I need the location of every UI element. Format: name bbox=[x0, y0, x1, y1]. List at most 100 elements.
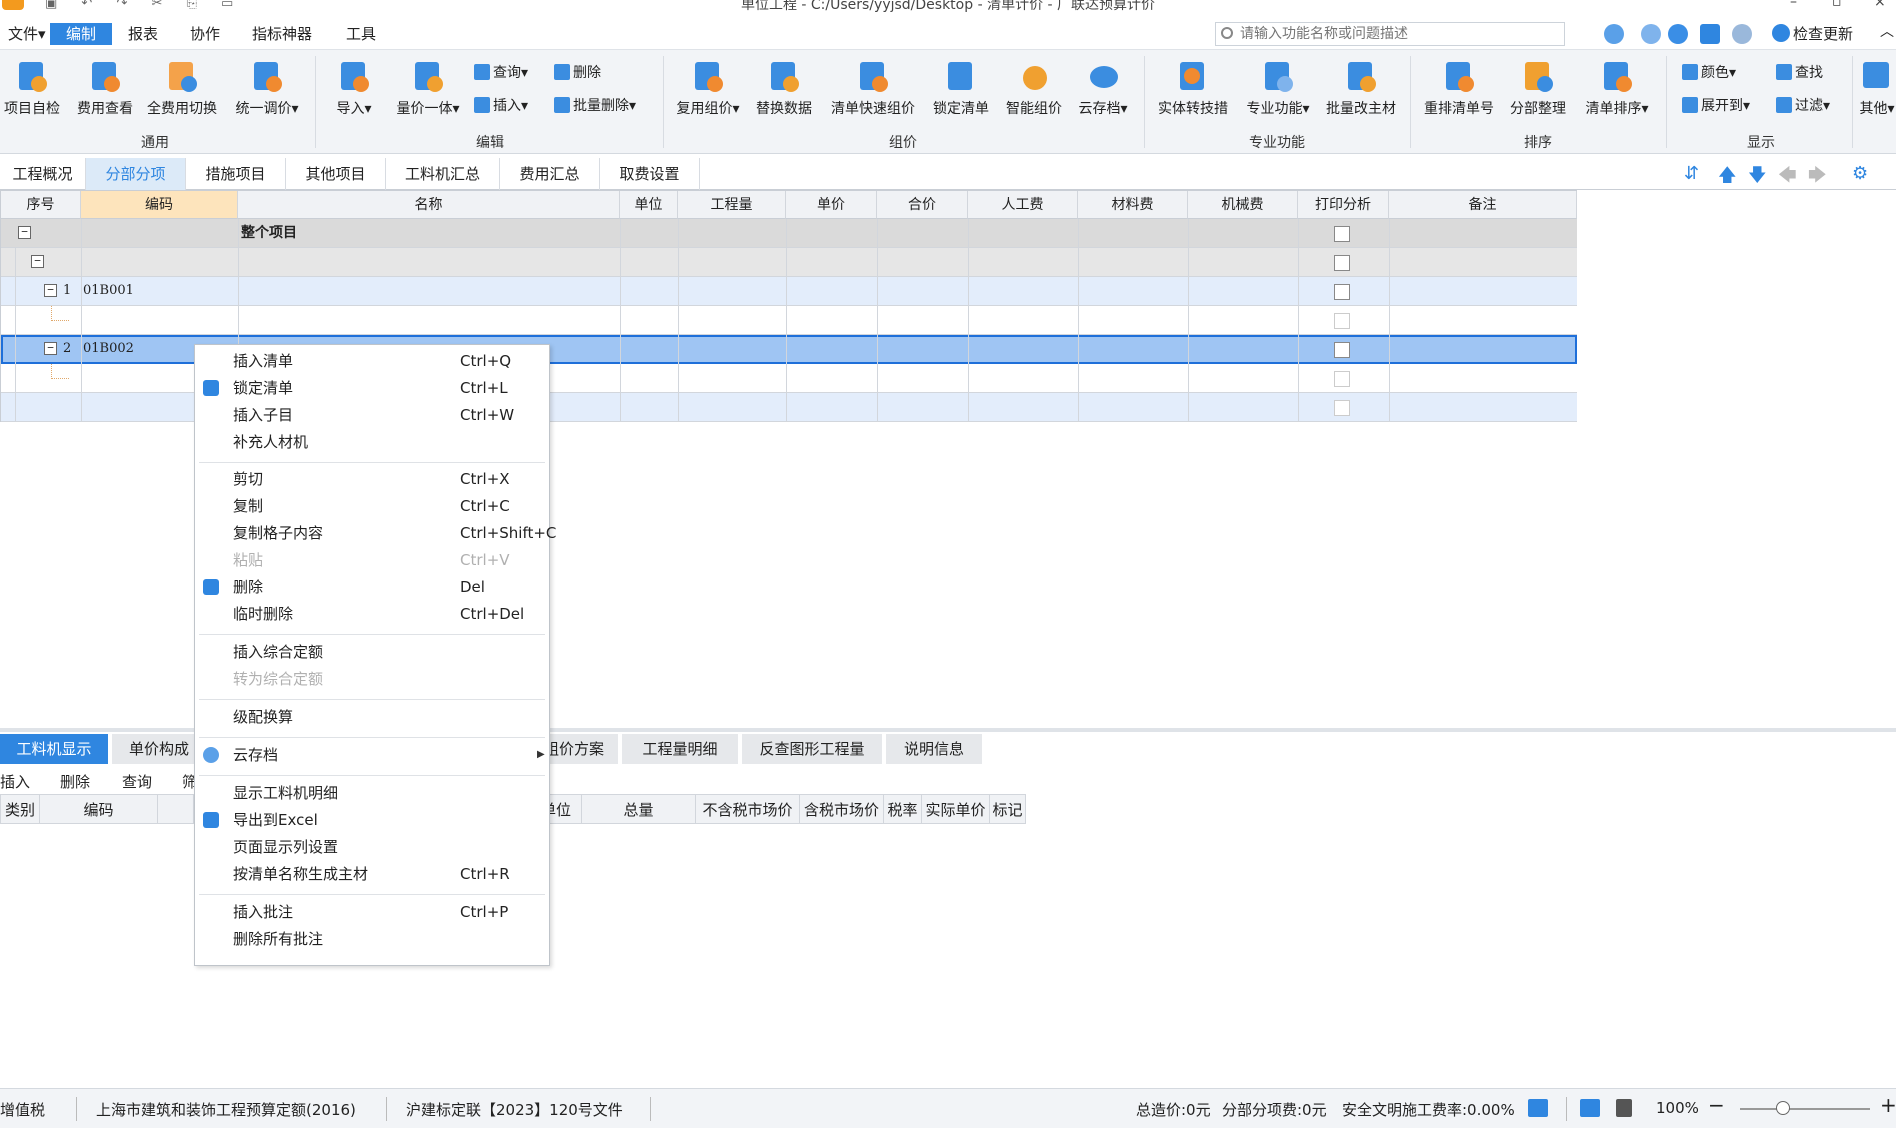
batch-material-button[interactable]: 批量改主材 bbox=[1320, 60, 1402, 118]
ctx-insert-subitem[interactable]: 插入子目 Ctrl+W bbox=[195, 402, 549, 428]
print-analysis-checkbox[interactable] bbox=[1334, 400, 1350, 416]
ctx-temp-delete[interactable]: 临时删除 Ctrl+Del bbox=[195, 601, 549, 627]
collapse-all-icon[interactable]: ⇵ bbox=[1684, 163, 1699, 184]
ctx-show-labor-detail[interactable]: 显示工料机明细 bbox=[195, 780, 549, 806]
color-button[interactable]: 颜色▾ bbox=[1682, 62, 1736, 84]
tab-labor-display[interactable]: 工料机显示 bbox=[0, 734, 110, 764]
ctx-insert-list[interactable]: 插入清单 Ctrl+Q bbox=[195, 348, 549, 374]
col-labor-fee[interactable]: 人工费 bbox=[968, 191, 1078, 219]
quick-pricing-button[interactable]: 清单快速组价 bbox=[824, 60, 922, 118]
print-analysis-checkbox[interactable] bbox=[1334, 226, 1350, 242]
menu-file[interactable]: 文件▾ bbox=[0, 23, 54, 45]
info-icon[interactable] bbox=[1732, 24, 1752, 44]
ctx-cloud-archive[interactable]: 云存档 ▶ bbox=[195, 742, 549, 768]
check-update-button[interactable]: 检查更新 bbox=[1772, 23, 1853, 45]
search-input[interactable] bbox=[1240, 25, 1560, 43]
col-print-analysis[interactable]: 打印分析 bbox=[1298, 191, 1389, 219]
expand-to-button[interactable]: 展开到▾ bbox=[1682, 95, 1750, 117]
ctx-delete-all-comments[interactable]: 删除所有批注 bbox=[195, 926, 549, 952]
move-left-icon[interactable]: 🡄 bbox=[1778, 163, 1797, 193]
minimize-icon[interactable]: – bbox=[1790, 0, 1797, 10]
tab-labor-material-summary[interactable]: 工料机汇总 bbox=[386, 158, 500, 190]
menu-collab[interactable]: 协作 bbox=[182, 23, 228, 45]
find-button[interactable]: 查找 bbox=[1776, 62, 1823, 84]
ctx-grading-conversion[interactable]: 级配换算 bbox=[195, 704, 549, 730]
col-name[interactable]: 名称 bbox=[238, 191, 620, 219]
replace-data-button[interactable]: 替换数据 bbox=[750, 60, 818, 118]
full-cost-switch-button[interactable]: 全费用切换 bbox=[142, 60, 222, 118]
section-organize-button[interactable]: 分部整理 bbox=[1504, 60, 1572, 118]
quantity-price-button[interactable]: 量价一体▾ bbox=[388, 60, 468, 118]
tab-graphic-quantity[interactable]: 反查图形工程量 bbox=[742, 734, 884, 764]
tab-section-items[interactable]: 分部分项 bbox=[86, 158, 186, 190]
tab-other-items[interactable]: 其他项目 bbox=[286, 158, 386, 190]
bottom-query-button[interactable]: 查询 bbox=[122, 771, 152, 792]
apps-icon[interactable] bbox=[1700, 24, 1720, 44]
move-up-icon[interactable]: 🡅 bbox=[1718, 163, 1737, 193]
settings-gear-icon[interactable]: ⚙ bbox=[1852, 163, 1868, 184]
ctx-delete[interactable]: 删除 Del bbox=[195, 574, 549, 600]
move-down-icon[interactable]: 🡇 bbox=[1748, 163, 1767, 193]
bcol-price-incl-tax[interactable]: 含税市场价 bbox=[800, 794, 884, 824]
col-remark[interactable]: 备注 bbox=[1389, 191, 1577, 219]
ctx-lock-list[interactable]: 锁定清单 Ctrl+L bbox=[195, 375, 549, 401]
print-analysis-checkbox[interactable] bbox=[1334, 342, 1350, 358]
zoom-in-icon[interactable]: + bbox=[1880, 1093, 1896, 1117]
headset-icon[interactable] bbox=[1604, 24, 1624, 44]
col-machine-fee[interactable]: 机械费 bbox=[1188, 191, 1298, 219]
restore-icon[interactable]: ▫ bbox=[1832, 0, 1842, 10]
view-split-icon[interactable] bbox=[1616, 1099, 1632, 1117]
menu-report[interactable]: 报表 bbox=[120, 23, 166, 45]
tab-cost-summary[interactable]: 费用汇总 bbox=[500, 158, 600, 190]
entity-convert-button[interactable]: 实体转技措 bbox=[1152, 60, 1234, 118]
row-code[interactable]: 01B001 bbox=[83, 277, 134, 305]
tab-fee-settings[interactable]: 取费设置 bbox=[600, 158, 700, 190]
collapse-toggle-icon[interactable]: − bbox=[31, 255, 44, 268]
col-code[interactable]: 编码 bbox=[81, 191, 238, 219]
col-seq[interactable]: 序号 bbox=[1, 191, 81, 219]
col-quantity[interactable]: 工程量 bbox=[678, 191, 786, 219]
unified-price-button[interactable]: 统一调价▾ bbox=[228, 60, 306, 118]
reuse-pricing-button[interactable]: 复用组价▾ bbox=[670, 60, 746, 118]
tab-project-overview[interactable]: 工程概况 bbox=[0, 158, 86, 190]
print-analysis-checkbox[interactable] bbox=[1334, 284, 1350, 300]
collapse-toggle-icon[interactable]: − bbox=[44, 284, 57, 297]
ctx-export-excel[interactable]: 导出到Excel bbox=[195, 807, 549, 833]
bcol-code[interactable]: 编码 bbox=[40, 794, 158, 824]
renumber-button[interactable]: 重排清单号 bbox=[1418, 60, 1500, 118]
ctx-column-settings[interactable]: 页面显示列设置 bbox=[195, 834, 549, 860]
filter-button[interactable]: 过滤▾ bbox=[1776, 95, 1830, 117]
refresh-icon[interactable] bbox=[1641, 24, 1661, 44]
ctx-cut[interactable]: 剪切 Ctrl+X bbox=[195, 466, 549, 492]
bottom-insert-button[interactable]: 插入 bbox=[0, 771, 30, 792]
help-icon[interactable] bbox=[1668, 24, 1688, 44]
ctx-generate-main-material[interactable]: 按清单名称生成主材 Ctrl+R bbox=[195, 861, 549, 887]
close-icon[interactable]: × bbox=[1874, 0, 1886, 10]
project-check-button[interactable]: 项目自检 bbox=[0, 60, 64, 118]
query-button[interactable]: 查询▾ bbox=[474, 62, 528, 84]
list-sort-button[interactable]: 清单排序▾ bbox=[1578, 60, 1656, 118]
ctx-copy[interactable]: 复制 Ctrl+C bbox=[195, 493, 549, 519]
collapse-ribbon-icon[interactable]: ︿ bbox=[1872, 21, 1896, 43]
delete-button[interactable]: 删除 bbox=[554, 62, 601, 84]
lock-list-button[interactable]: 锁定清单 bbox=[928, 60, 994, 118]
menu-tools[interactable]: 工具 bbox=[338, 23, 384, 45]
bcol-price-excl-tax[interactable]: 不含税市场价 bbox=[696, 794, 800, 824]
import-button[interactable]: 导入▾ bbox=[326, 60, 382, 118]
collapse-toggle-icon[interactable]: − bbox=[44, 342, 57, 355]
menu-indicator[interactable]: 指标神器 bbox=[244, 23, 320, 45]
bcol-total-qty[interactable]: 总量 bbox=[582, 794, 696, 824]
col-unit-price[interactable]: 单价 bbox=[786, 191, 877, 219]
bcol-mark[interactable]: 标记 bbox=[990, 794, 1026, 824]
tab-quantity-detail[interactable]: 工程量明细 bbox=[622, 734, 740, 764]
bottom-delete-button[interactable]: 删除 bbox=[60, 771, 90, 792]
zoom-out-icon[interactable]: − bbox=[1708, 1093, 1725, 1117]
col-unit[interactable]: 单位 bbox=[620, 191, 678, 219]
print-analysis-checkbox[interactable] bbox=[1334, 255, 1350, 271]
cloud-archive-button[interactable]: 云存档▾ bbox=[1072, 60, 1134, 118]
collapse-toggle-icon[interactable]: − bbox=[18, 226, 31, 239]
view-single-icon[interactable] bbox=[1580, 1099, 1600, 1117]
bcol-category[interactable]: 类别 bbox=[0, 794, 40, 824]
insert-button[interactable]: 插入▾ bbox=[474, 95, 528, 117]
zoom-slider-handle[interactable] bbox=[1776, 1101, 1790, 1115]
